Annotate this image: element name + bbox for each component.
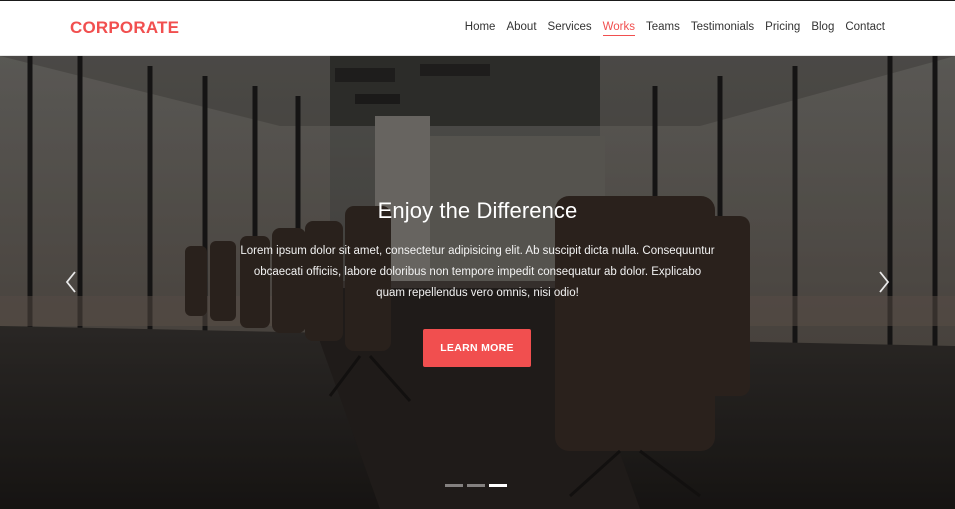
nav-about[interactable]: About (506, 21, 536, 36)
slider-indicators (445, 484, 507, 487)
nav-pricing[interactable]: Pricing (765, 21, 800, 36)
learn-more-button[interactable]: LEARN MORE (423, 329, 531, 367)
brand-logo[interactable]: CORPORATE (70, 18, 179, 38)
slide-indicator-3[interactable] (489, 484, 507, 487)
hero-description: Lorem ipsum dolor sit amet, consectetur … (240, 245, 715, 299)
hero-title: Enjoy the Difference (377, 198, 578, 223)
nav-teams[interactable]: Teams (646, 21, 680, 36)
hero-slider: Enjoy the Difference Lorem ipsum dolor s… (0, 56, 955, 509)
main-nav: Home About Services Works Teams Testimon… (465, 21, 885, 36)
nav-services[interactable]: Services (548, 21, 592, 36)
nav-testimonials[interactable]: Testimonials (691, 21, 754, 36)
nav-blog[interactable]: Blog (811, 21, 834, 36)
nav-contact[interactable]: Contact (845, 21, 885, 36)
chevron-right-icon[interactable] (873, 267, 893, 297)
site-header: CORPORATE Home About Services Works Team… (0, 0, 955, 56)
chevron-left-icon[interactable] (62, 267, 82, 297)
nav-works[interactable]: Works (602, 21, 636, 36)
nav-home[interactable]: Home (465, 21, 496, 36)
slide-indicator-1[interactable] (445, 484, 463, 487)
slide-indicator-2[interactable] (467, 484, 485, 487)
